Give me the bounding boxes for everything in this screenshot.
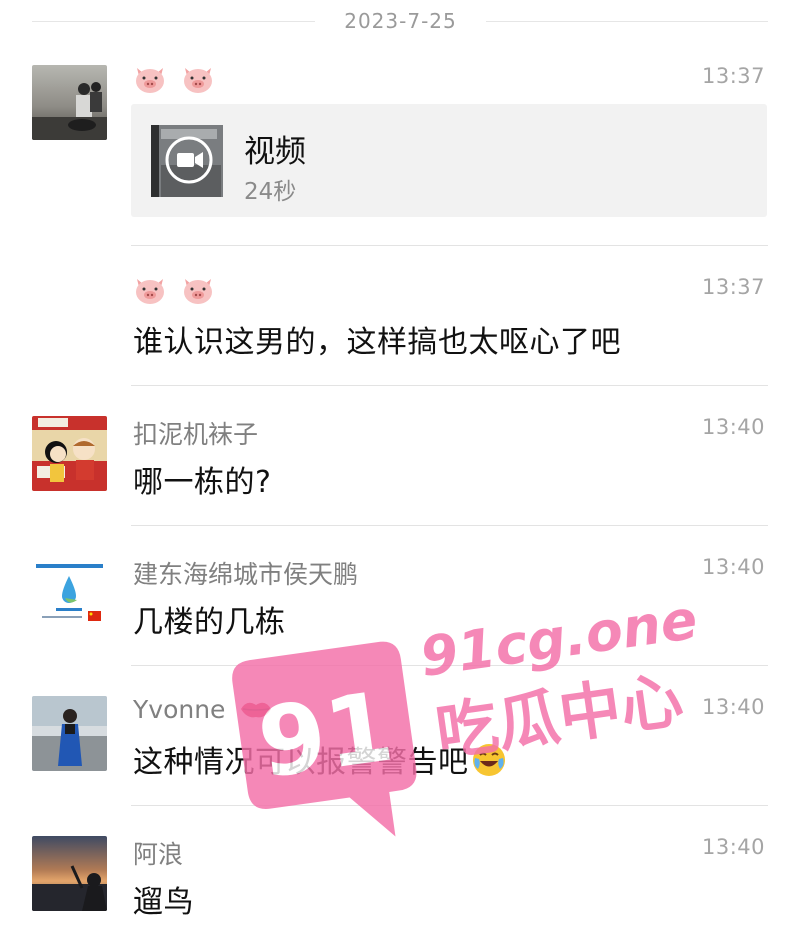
avatar[interactable] (32, 556, 107, 631)
message-time: 13:37 (701, 64, 765, 88)
sender-name: 建东海绵城市侯天鹏 (133, 560, 359, 589)
video-card[interactable]: 视频 24秒 (131, 104, 767, 217)
avatar[interactable] (32, 416, 107, 491)
sender-name-label: Yvonne (133, 695, 226, 724)
avatar[interactable] (32, 836, 107, 911)
message-text[interactable]: 阿浪 13:40 遛鸟 (0, 806, 800, 931)
sender-name: Yvonne (133, 695, 273, 726)
message-text-content: 这种情况可以报警警告吧 (133, 737, 507, 786)
pig-face-icon (181, 275, 215, 305)
video-title: 视频 (244, 134, 306, 170)
message-time: 13:37 (701, 275, 765, 299)
pig-face-icon (133, 275, 167, 305)
video-duration: 24秒 (244, 179, 297, 205)
message-video[interactable]: 13:37 视频 24秒 (0, 0, 800, 246)
message-text-content: 遛鸟 (133, 885, 194, 920)
message-text-label: 这种情况可以报警警告吧 (133, 745, 469, 780)
message-text[interactable]: 13:37 谁认识这男的，这样搞也太呕心了吧 (0, 246, 800, 386)
pig-face-icon (181, 64, 215, 94)
message-time: 13:40 (701, 835, 765, 859)
message-time: 13:40 (701, 415, 765, 439)
message-time: 13:40 (701, 695, 765, 719)
video-thumbnail[interactable] (151, 125, 223, 197)
message-text[interactable]: 建东海绵城市侯天鹏 13:40 几楼的几栋 (0, 526, 800, 666)
message-text-content: 几楼的几栋 (133, 605, 286, 640)
lips-icon (239, 697, 273, 726)
message-text[interactable]: 扣泥机袜子 13:40 哪一栋的? (0, 386, 800, 526)
laughing-crying-emoji-icon (471, 742, 507, 786)
sender-name (133, 275, 229, 305)
sender-name (133, 64, 229, 94)
sender-name: 阿浪 (133, 840, 184, 869)
message-text[interactable]: Yvonne 13:40 这种情况可以报警警告吧 (0, 666, 800, 806)
message-time: 13:40 (701, 555, 765, 579)
avatar[interactable] (32, 696, 107, 771)
sender-name: 扣泥机袜子 (133, 420, 259, 449)
message-text-content: 谁认识这男的，这样搞也太呕心了吧 (133, 325, 621, 360)
avatar[interactable] (32, 65, 107, 140)
message-text-content: 哪一栋的? (133, 465, 272, 500)
pig-face-icon (133, 64, 167, 94)
